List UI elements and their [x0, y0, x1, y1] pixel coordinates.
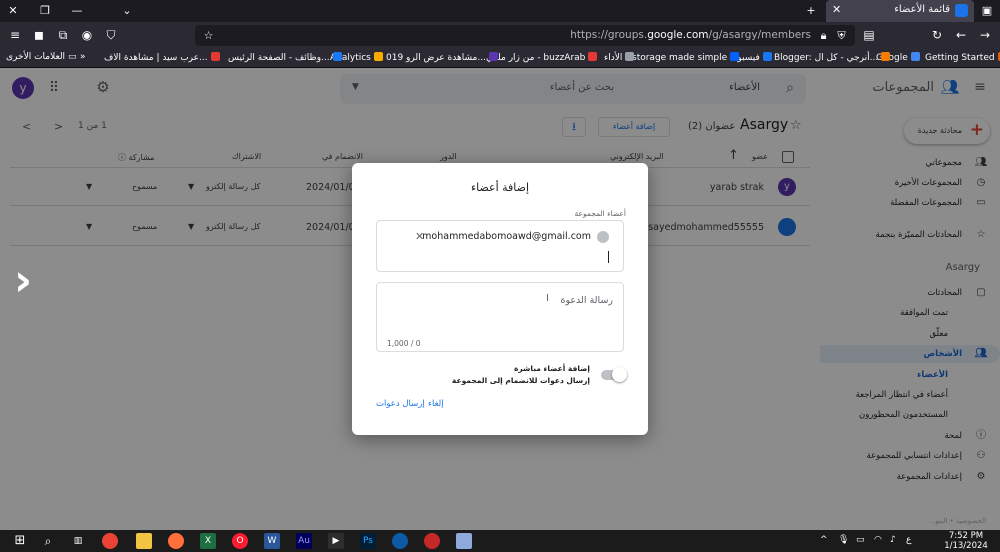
recorder-icon[interactable] [424, 533, 440, 549]
bookmark-favicon-icon [488, 52, 498, 61]
lock-icon[interactable]: 🔒︎ [816, 28, 831, 43]
bookmark-favicon-icon [332, 52, 342, 61]
bookmark-item[interactable]: مشاهدة عرض الرو 019... [386, 52, 498, 63]
other-bookmarks[interactable]: العلامات الأخرى ▭ [6, 52, 76, 62]
bookmark-star-icon[interactable]: ☆ [201, 28, 216, 43]
bookmarks-bar: العلامات الأخرى ▭ » Getting Started Goog… [0, 49, 1000, 68]
bookmark-favicon-icon [910, 52, 920, 61]
bookmark-item[interactable]: Getting Started [925, 52, 1000, 63]
groups-favicon-icon [955, 4, 968, 17]
word-icon[interactable]: W [264, 533, 280, 549]
excel-icon[interactable]: X [200, 533, 216, 549]
chevron-right-icon[interactable]: › [14, 258, 48, 304]
firefox-icon[interactable] [168, 533, 184, 549]
keyboard-language[interactable]: ع [906, 535, 911, 545]
chip-avatar [597, 231, 609, 243]
bookmarks-overflow-icon[interactable]: » [80, 52, 86, 62]
close-window-icon[interactable]: ✕ [4, 2, 22, 20]
extensions-puzzle-icon[interactable]: ⧉ [54, 26, 72, 44]
tab-close-icon[interactable]: ✕ [832, 3, 841, 16]
bookmark-favicon-icon [373, 52, 383, 61]
back-icon[interactable]: → [976, 26, 994, 44]
task-view-icon[interactable]: ▥ [70, 533, 86, 549]
volume-icon[interactable]: ♪ [890, 535, 896, 545]
tray-overflow-icon[interactable]: ^ [820, 535, 828, 545]
new-tab-icon[interactable]: + [802, 2, 820, 20]
microphone-icon[interactable]: 🎙︎ [838, 535, 849, 545]
cancel-button[interactable]: إلغاء [428, 399, 444, 409]
media-app-icon[interactable]: ▶ [328, 533, 344, 549]
bookmark-favicon-icon [762, 52, 772, 61]
network-icon[interactable]: ▭ [856, 535, 865, 545]
photoshop-icon[interactable]: Ps [360, 533, 376, 549]
bookmark-favicon-icon [881, 52, 891, 61]
windows-start-icon[interactable]: ⊞ [12, 533, 28, 549]
send-invitations-button[interactable]: إرسال دعوات [376, 399, 425, 409]
invite-message-placeholder: رسالة الدعوة [560, 295, 613, 306]
direct-add-toggle-knob[interactable] [612, 367, 627, 382]
firefox-menu-icon[interactable]: ▤ [860, 26, 878, 44]
add-members-dialog: إضافة أعضاء أعضاء المجموعة mohammedabomo… [352, 163, 648, 435]
bookmark-item[interactable]: Blogger: أنرجي - كل ال... [774, 52, 891, 63]
forward-icon[interactable]: ← [952, 26, 970, 44]
minimize-window-icon[interactable]: — [68, 2, 86, 20]
members-field-label: أعضاء المجموعة [574, 209, 626, 218]
browser-tab-bar: ✕ ❐ — ⌄ + ✕ قائمة الأعضاء ▣ [0, 0, 1000, 22]
wifi-icon[interactable]: ◠ [874, 535, 882, 545]
tab-title: قائمة الأعضاء [894, 4, 950, 15]
url-bar[interactable]: ☆ https://groups.google.com/g/asargy/mem… [195, 25, 855, 46]
account-icon[interactable]: ◉ [78, 26, 96, 44]
reload-icon[interactable]: ↻ [928, 26, 946, 44]
url-text: https://groups.google.com/g/asargy/membe… [570, 29, 811, 41]
browser-nav-bar: ≡ ◼ ⧉ ◉ ⛉ ☆ https://groups.google.com/g/… [0, 22, 1000, 49]
notepad-icon[interactable] [456, 533, 472, 549]
bookmark-item[interactable]: storage made simple [632, 52, 740, 63]
chevron-down-icon[interactable]: ⌄ [118, 2, 136, 20]
taskbar-clock[interactable]: 7:52 PM 1/13/2024 [940, 531, 992, 551]
bookmark-item[interactable]: وظائف - الصفحة الرئيس... [228, 52, 342, 63]
remove-chip-icon[interactable]: ✕ [415, 230, 424, 243]
bookmark-favicon-icon [210, 52, 220, 61]
dialog-title: إضافة أعضاء [470, 181, 530, 194]
search-icon[interactable]: ⌕ [40, 533, 56, 549]
bookmark-item[interactable]: الأداء [604, 52, 635, 63]
chrome-icon[interactable] [102, 533, 118, 549]
character-counter: 1,000 / 0 [387, 339, 421, 348]
pocket-icon[interactable]: ⛉ [102, 26, 120, 44]
toggle-description: إرسال دعوات للانضمام إلى المجموعة [451, 376, 590, 385]
opera-icon[interactable]: O [232, 533, 248, 549]
bookmark-favicon-icon [625, 52, 635, 61]
active-tab[interactable]: ✕ قائمة الأعضاء [826, 0, 974, 22]
member-chip[interactable]: mohammedabomoawd@gmail.com ✕ [415, 228, 611, 246]
text-caret [608, 251, 609, 263]
audition-icon[interactable]: Au [296, 533, 312, 549]
firefox-view-icon[interactable]: ▣ [978, 2, 996, 20]
extension-icon[interactable]: ◼ [30, 26, 48, 44]
app-menu-icon[interactable]: ≡ [6, 26, 24, 44]
invite-message-textarea[interactable]: رسالة الدعوة I 1,000 / 0 [376, 282, 624, 352]
windows-taskbar: ⊞ ⌕ ▥ X O W Au ▶ Ps ^ 🎙︎ ▭ ◠ ♪ ع 7:52 PM… [0, 530, 1000, 552]
tracking-shield-icon[interactable]: ⛨ [834, 28, 849, 43]
privacy-footer[interactable]: الخصوصية • البنو... [929, 517, 986, 525]
restore-window-icon[interactable]: ❐ [36, 2, 54, 20]
members-input[interactable]: mohammedabomoawd@gmail.com ✕ [376, 220, 624, 272]
edge-icon[interactable] [392, 533, 408, 549]
folder-icon: ▭ [67, 52, 77, 62]
file-explorer-icon[interactable] [136, 533, 152, 549]
toggle-title: إضافة أعضاء مباشرة [513, 364, 590, 373]
bookmark-item[interactable]: من زار ملفي - buzzArab [486, 52, 598, 63]
bookmark-item[interactable]: عرب سيد | مشاهدة الاف... [104, 52, 220, 63]
chip-email: mohammedabomoawd@gmail.com [422, 231, 591, 242]
bookmark-favicon-icon [588, 52, 598, 61]
text-cursor-icon: I [546, 293, 549, 304]
bookmark-favicon-icon [730, 52, 740, 61]
